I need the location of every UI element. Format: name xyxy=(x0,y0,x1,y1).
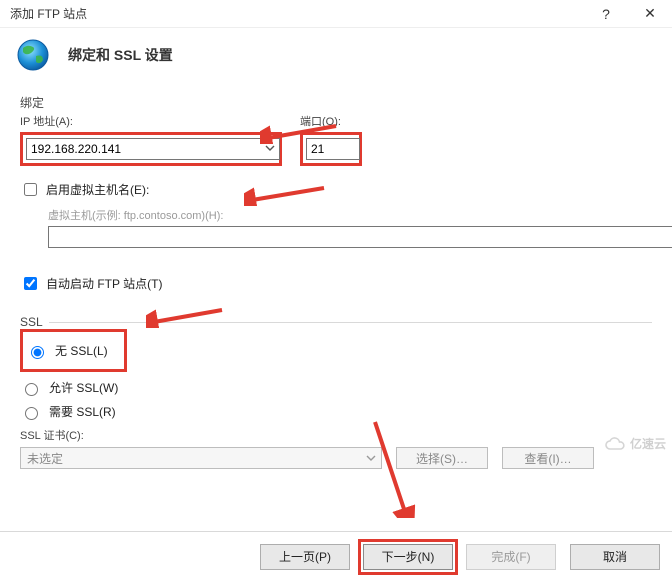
ssl-group: SSL 无 SSL(L) 允许 SSL(W) 需要 SSL(R) SSL 证书(… xyxy=(20,315,652,469)
chevron-down-icon xyxy=(365,452,377,467)
autostart-label: 自动启动 FTP 站点(T) xyxy=(46,275,162,292)
next-highlight-box: 下一步(N) xyxy=(358,539,458,575)
vhost-example-label: 虚拟主机(示例: ftp.contoso.com)(H): xyxy=(48,207,652,223)
page-title: 绑定和 SSL 设置 xyxy=(68,45,173,65)
binding-section-label: 绑定 xyxy=(20,94,652,111)
ssl-cert-label: SSL 证书(C): xyxy=(20,427,652,443)
window-title: 添加 FTP 站点 xyxy=(10,5,584,22)
next-button[interactable]: 下一步(N) xyxy=(363,544,453,570)
ssl-allow-radio[interactable] xyxy=(25,383,38,396)
ssl-none-radio[interactable] xyxy=(31,346,44,359)
close-button[interactable]: ✕ xyxy=(628,0,672,28)
dialog-header: 绑定和 SSL 设置 xyxy=(0,28,672,80)
autostart-checkbox[interactable] xyxy=(24,277,37,290)
watermark: 亿速云 xyxy=(604,435,666,452)
ip-highlight-box xyxy=(20,132,282,166)
port-highlight-box xyxy=(300,132,362,166)
watermark-text: 亿速云 xyxy=(630,435,666,452)
globe-icon xyxy=(16,38,50,72)
ip-address-combo[interactable] xyxy=(26,138,280,160)
port-input[interactable] xyxy=(306,138,360,160)
ssl-legend: SSL xyxy=(20,315,49,329)
view-cert-button[interactable]: 查看(I)… xyxy=(502,447,594,469)
ssl-none-label: 无 SSL(L) xyxy=(55,342,108,359)
ssl-require-radio[interactable] xyxy=(25,407,38,420)
cloud-icon xyxy=(604,437,626,451)
ip-address-input[interactable] xyxy=(26,138,280,160)
ssl-require-label: 需要 SSL(R) xyxy=(49,403,116,420)
prev-button[interactable]: 上一页(P) xyxy=(260,544,350,570)
select-cert-button[interactable]: 选择(S)… xyxy=(396,447,488,469)
ssl-allow-label: 允许 SSL(W) xyxy=(49,379,118,396)
port-label: 端口(O): xyxy=(300,113,362,129)
ip-address-label: IP 地址(A): xyxy=(20,113,282,129)
enable-vhost-label: 启用虚拟主机名(E): xyxy=(46,181,149,198)
form-body: 绑定 IP 地址(A): 端口(O): 启用虚拟主机名(E): 虚拟主机(示例:… xyxy=(0,80,672,540)
vhost-input xyxy=(48,226,672,248)
ssl-cert-select[interactable]: 未选定 xyxy=(20,447,382,469)
help-button[interactable]: ? xyxy=(584,0,628,28)
dialog-footer: 上一页(P) 下一步(N) 完成(F) 取消 xyxy=(0,531,672,581)
titlebar: 添加 FTP 站点 ? ✕ xyxy=(0,0,672,28)
ssl-highlight-box: 无 SSL(L) xyxy=(20,329,127,372)
finish-button: 完成(F) xyxy=(466,544,556,570)
ssl-cert-value: 未选定 xyxy=(27,450,63,467)
enable-vhost-checkbox[interactable] xyxy=(24,183,37,196)
cancel-button[interactable]: 取消 xyxy=(570,544,660,570)
